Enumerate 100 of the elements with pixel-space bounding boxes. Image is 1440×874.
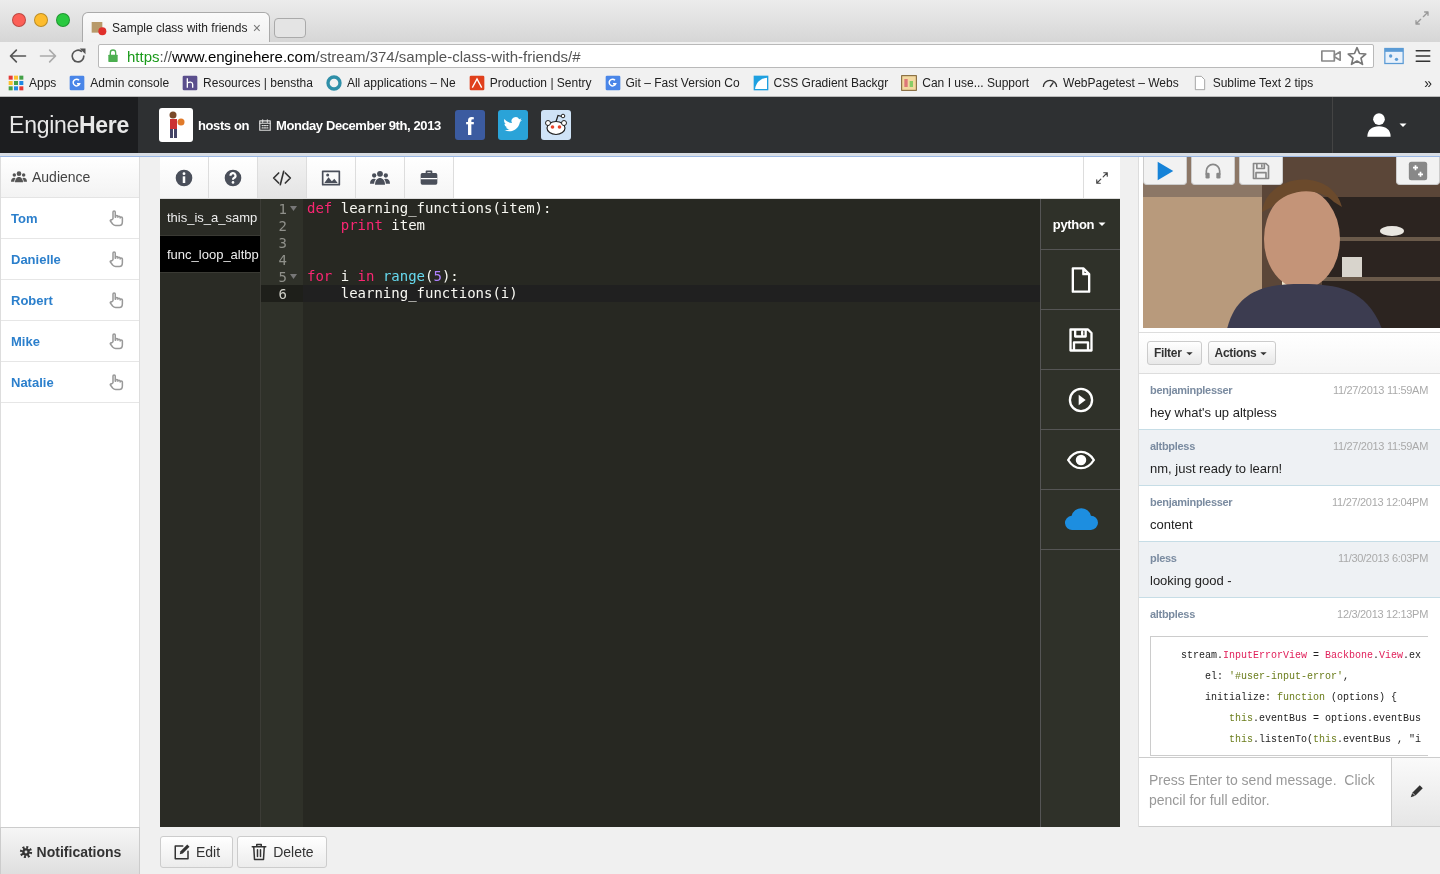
audience-member[interactable]: Danielle <box>11 251 61 267</box>
fold-arrow-icon[interactable] <box>290 206 297 211</box>
code-line: stream.InputErrorView = Backbone.View.ex <box>1180 649 1423 663</box>
toolbar-tab[interactable] <box>209 157 258 198</box>
file-tab[interactable]: func_loop_altbp <box>160 236 260 273</box>
pointing-hand-icon <box>107 332 125 350</box>
message-text: content <box>1150 517 1194 532</box>
bookmark-link[interactable]: Resources | benstha <box>203 76 313 90</box>
message-time: 11/27/2013 11:59AM <box>1332 384 1428 396</box>
address-field[interactable]: https://www.enginehere.com/stream/374/sample-class-with-friends/# <box>98 44 1374 68</box>
tab-favicon-icon <box>91 19 107 36</box>
back-arrow-icon <box>8 46 28 66</box>
toolbar-tab[interactable] <box>405 157 454 198</box>
lock-icon <box>105 48 121 64</box>
bookmark-link[interactable]: Can I use... Support <box>922 76 1029 90</box>
toolbar-tab[interactable] <box>356 157 405 198</box>
edit-button[interactable]: Edit <box>160 836 234 868</box>
bookmark-link[interactable]: All applications – Ne <box>346 76 456 90</box>
host-label: hosts on <box>198 117 249 133</box>
bookmark-link[interactable]: WebPagetest – Webs <box>1063 76 1179 90</box>
bookmark-link[interactable]: Apps <box>29 76 57 90</box>
message-text: nm, just ready to learn! <box>1150 461 1284 476</box>
reddit-alien-icon[interactable] <box>540 110 571 140</box>
language-dropdown[interactable]: python <box>1041 199 1120 250</box>
message-text: hey what's up altpless <box>1150 405 1278 420</box>
pointing-hand-icon <box>107 291 125 309</box>
play-circle-icon <box>1066 385 1095 414</box>
bookmark-link[interactable]: Admin console <box>90 76 170 90</box>
audience-member[interactable]: Natalie <box>11 374 54 390</box>
facebook-button[interactable]: f <box>454 110 485 140</box>
code-line: el: '#user-input-error', <box>1204 670 1351 684</box>
audience-member[interactable]: Mike <box>11 333 40 349</box>
message-time: 11/27/2013 11:59AM <box>1332 440 1428 452</box>
bookmark-link[interactable]: Git – Fast Version Co <box>625 76 740 90</box>
code-line: def learning_functions(item): <box>306 200 553 217</box>
forward-arrow-icon <box>38 46 58 66</box>
code-line: this.listenTo(this.eventBus , "i <box>1228 733 1423 747</box>
code-line: initialize: function (options) { <box>1204 691 1399 705</box>
browser-tab[interactable]: Sample class with friends × <box>82 12 270 42</box>
line-number: 6 <box>278 285 287 302</box>
tile-icon <box>69 75 86 91</box>
bookmark-link[interactable]: Sublime Text 2 tips <box>1212 76 1314 90</box>
toolbar-tab[interactable] <box>258 157 307 198</box>
message-text: looking good - <box>1150 573 1233 588</box>
bookmark-link[interactable]: CSS Gradient Backgr <box>773 76 889 90</box>
line-number: 2 <box>278 217 287 234</box>
line-number: 5 <box>278 268 287 285</box>
group-icon <box>11 169 27 185</box>
calendar-icon <box>257 118 272 132</box>
trash-icon <box>250 843 269 861</box>
pointing-hand-icon <box>107 373 125 391</box>
video-control-button[interactable] <box>1191 157 1235 185</box>
message-author[interactable]: benjaminplesser <box>1150 496 1233 508</box>
reload-icon <box>68 46 88 66</box>
dropdown-button[interactable]: Actions <box>1207 341 1277 365</box>
message-author[interactable]: benjaminplesser <box>1150 384 1233 396</box>
zoom-window-button[interactable] <box>56 13 70 27</box>
fold-arrow-icon[interactable] <box>290 274 297 279</box>
line-number: 1 <box>278 200 287 217</box>
audience-member[interactable]: Robert <box>11 292 53 308</box>
video-control-button[interactable] <box>1143 157 1187 185</box>
menu-icon <box>1414 47 1432 65</box>
toolbar-tab[interactable] <box>160 157 209 198</box>
floppy-icon <box>1066 325 1095 354</box>
toolbar-tab[interactable] <box>307 157 356 198</box>
message-author[interactable]: altbpless <box>1150 608 1195 620</box>
tab-close-button[interactable]: × <box>252 19 261 36</box>
audience-heading: Audience <box>32 169 91 185</box>
app-logo[interactable]: EngineHere <box>0 97 138 153</box>
expand-icon <box>1095 170 1109 185</box>
more-bookmarks-button[interactable]: » <box>1424 75 1432 91</box>
pointing-hand-icon <box>107 209 125 227</box>
gradient-tile-icon <box>752 75 769 91</box>
grid-icon <box>8 75 24 91</box>
line-number: 4 <box>278 251 287 268</box>
twitter-bird-icon[interactable] <box>497 110 528 140</box>
maximize-icon <box>1414 10 1430 26</box>
dropdown-button[interactable]: Filter <box>1147 341 1202 365</box>
pointing-hand-icon <box>107 250 125 268</box>
line-number: 3 <box>278 234 287 251</box>
code-editor[interactable]: def learning_functions(item): print item for i in range(5): learning_functions(i) <box>303 199 1040 827</box>
code-line: for i in range(5): <box>306 268 460 285</box>
star-icon <box>1347 46 1367 66</box>
close-window-button[interactable] <box>12 13 26 27</box>
plus-tile-icon <box>1408 160 1428 181</box>
edit-icon <box>173 843 191 861</box>
message-time: 11/27/2013 12:04PM <box>1332 496 1428 508</box>
video-control-button[interactable] <box>1239 157 1283 185</box>
code-line: print item <box>339 217 426 234</box>
info-icon <box>174 167 194 188</box>
ring-icon <box>325 75 342 91</box>
bookmark-link[interactable]: Production | Sentry <box>489 76 592 90</box>
tile-icon <box>604 75 621 91</box>
audience-member[interactable]: Tom <box>11 210 38 226</box>
message-time: 12/3/2013 12:13PM <box>1337 608 1428 620</box>
user-icon <box>1364 111 1393 139</box>
video-control-button[interactable] <box>1396 157 1440 185</box>
gear-icon <box>18 845 33 859</box>
notifications-button[interactable]: Notifications <box>0 827 140 874</box>
trash-button[interactable]: Delete <box>237 836 327 868</box>
